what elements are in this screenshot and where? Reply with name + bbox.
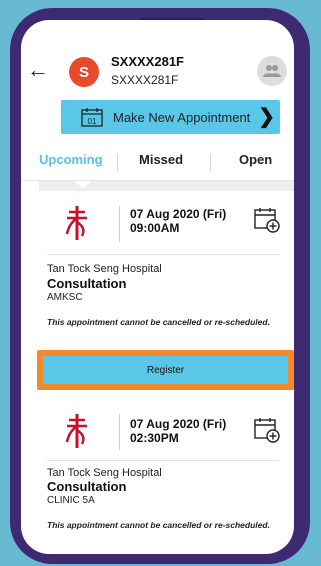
appointment-note: This appointment cannot be cancelled or …: [47, 317, 270, 327]
appointment-time: 09:00AM: [130, 221, 180, 235]
tab-divider: [117, 154, 118, 172]
register-label: Register: [146, 364, 185, 376]
card-divider: [119, 206, 120, 242]
add-to-calendar-icon[interactable]: [253, 206, 281, 239]
appointment-type: Consultation: [47, 276, 127, 291]
switch-profile-icon[interactable]: [257, 56, 287, 86]
hospital-logo-icon: [63, 412, 91, 450]
tab-missed[interactable]: Missed: [139, 152, 183, 167]
appointment-date: 07 Aug 2020 (Fri): [130, 417, 227, 431]
card-divider: [119, 414, 120, 450]
make-new-appointment-label: Make New Appointment: [113, 109, 251, 125]
appointment-time: 02:30PM: [130, 431, 179, 445]
app-screen: ← S SXXXX281F SXXXX281F 01 Make New Appo…: [21, 20, 294, 554]
avatar[interactable]: S: [69, 57, 99, 87]
make-new-appointment-button[interactable]: 01 Make New Appointment ❯: [61, 100, 280, 134]
user-name: SXXXX281F: [111, 54, 184, 69]
user-id: SXXXX281F: [111, 73, 179, 87]
calendar-icon: 01: [81, 107, 103, 127]
card-rule: [47, 460, 279, 461]
card-rule: [47, 254, 279, 255]
clinic-name: AMKSC: [47, 292, 83, 303]
appointment-type: Consultation: [47, 479, 127, 494]
appointment-date: 07 Aug 2020 (Fri): [130, 207, 227, 221]
clinic-name: CLINIC 5A: [47, 495, 95, 506]
appointment-note: This appointment cannot be cancelled or …: [47, 520, 270, 530]
tab-open[interactable]: Open: [239, 152, 272, 167]
hospital-name: Tan Tock Seng Hospital: [47, 263, 162, 275]
tab-upcoming[interactable]: Upcoming: [39, 152, 103, 167]
hospital-logo-icon: [63, 204, 91, 242]
active-tab-pointer: [75, 181, 91, 189]
hospital-name: Tan Tock Seng Hospital: [47, 467, 162, 479]
register-button[interactable]: Register: [43, 356, 288, 384]
register-highlight: Register: [37, 350, 294, 390]
avatar-letter: S: [78, 63, 89, 81]
chevron-right-icon: ❯: [258, 106, 276, 128]
app-header: ← S SXXXX281F SXXXX281F: [21, 20, 294, 98]
back-arrow-icon[interactable]: ←: [27, 59, 49, 81]
calendar-day: 01: [88, 117, 97, 126]
add-to-calendar-icon[interactable]: [253, 416, 281, 449]
tab-divider: [210, 154, 211, 172]
